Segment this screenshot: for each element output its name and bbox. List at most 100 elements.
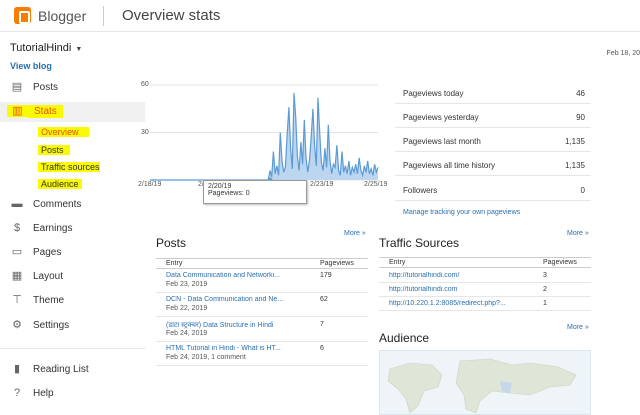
caret-down-icon: ▼ (75, 46, 83, 53)
stat-label: Pageviews all time history (403, 161, 496, 170)
stat-value: 46 (576, 89, 585, 98)
stat-row: Followers 0 (395, 177, 591, 201)
traffic-url-link[interactable]: http://tutorialhindi.com/ (389, 272, 519, 279)
traffic-table: Entry Pageviews http://tutorialhindi.com… (379, 257, 591, 313)
posts-heading: Posts (156, 236, 187, 250)
table-row[interactable]: Data Communication and Networki... Feb 23… (156, 270, 368, 293)
theme-icon: ⊤ (12, 294, 22, 306)
brand-name[interactable]: Blogger (38, 8, 86, 24)
audience-more-link[interactable]: More » (567, 324, 589, 331)
sidebar-item-label: Comments (33, 199, 82, 210)
table-row[interactable]: DCN - Data Communication and Ne... Feb 22… (156, 294, 368, 317)
sidebar-item-pages[interactable]: ▭ Pages (0, 243, 145, 263)
post-title-link[interactable]: HTML Tutorial in Hindi - What is HT... (166, 345, 298, 352)
col-entry: Entry (389, 259, 406, 266)
pageviews-chart[interactable]: 60 30 2/18/19 2/ 2/23/19 2/25/19 (138, 75, 388, 195)
sidebar-item-reading-list[interactable]: ▮ Reading List (0, 360, 145, 380)
post-date: Feb 24, 2019, 1 comment (166, 354, 246, 361)
stat-label: Pageviews yesterday (403, 113, 479, 122)
stat-label: Pageviews last month (403, 137, 481, 146)
stats-sub-posts[interactable]: Posts (38, 145, 70, 155)
layout-icon: ▦ (11, 270, 23, 282)
sidebar-item-theme[interactable]: ⊤ Theme (0, 291, 145, 311)
stat-label: Followers (403, 186, 438, 195)
stats-sub-traffic-sources[interactable]: Traffic sources (38, 162, 100, 172)
sidebar-item-label: Layout (33, 271, 64, 282)
blog-selector[interactable]: TutorialHindi ▼ (10, 42, 82, 54)
blog-name: TutorialHindi (10, 42, 72, 54)
traffic-pageviews: 3 (543, 272, 547, 279)
table-header: Entry Pageviews (156, 258, 368, 269)
divider (103, 6, 104, 26)
y-tick-label: 30 (141, 129, 149, 136)
traffic-pageviews: 1 (543, 300, 547, 307)
posts-table: Entry Pageviews Data Communication and N… (156, 258, 368, 370)
table-row[interactable]: http://tutorialhindi.com 2 (379, 284, 591, 297)
col-entry: Entry (166, 260, 183, 267)
stat-row: Pageviews yesterday 90 (395, 104, 591, 128)
post-pageviews: 7 (320, 321, 324, 328)
audience-map[interactable] (379, 350, 591, 415)
bookmark-icon: ▮ (13, 363, 21, 375)
post-title-link[interactable]: DCN - Data Communication and Ne... (166, 296, 298, 303)
sidebar-item-help[interactable]: ? Help (0, 384, 145, 404)
post-title-link[interactable]: Data Communication and Networki... (166, 272, 298, 279)
table-row[interactable]: (डाटा स्ट्रक्चर) Data Structure in Hindi… (156, 319, 368, 342)
traffic-pageviews: 2 (543, 286, 547, 293)
world-map-graphic (387, 358, 577, 414)
sidebar-item-label: Earnings (33, 223, 73, 234)
settings-icon: ⚙ (12, 319, 22, 331)
table-row[interactable]: http://10.220.1.2:8085/redirect.php?... 1 (379, 298, 591, 311)
x-tick-label: 2/23/19 (310, 181, 334, 188)
stats-sub-overview[interactable]: Overview (38, 127, 89, 137)
posts-more-link[interactable]: More » (344, 230, 366, 237)
series-line (150, 92, 379, 181)
sidebar-item-label: Posts (33, 82, 59, 93)
sidebar-divider (0, 348, 145, 349)
stats-sub-audience[interactable]: Audience (38, 179, 82, 189)
sidebar-item-comments[interactable]: ▬ Comments (0, 195, 145, 215)
sidebar-item-label: Help (33, 388, 54, 399)
tooltip-value: Pageviews: 0 (208, 190, 250, 197)
sidebar-item-settings[interactable]: ⚙ Settings (0, 316, 145, 336)
post-title-link[interactable]: (डाटा स्ट्रक्चर) Data Structure in Hindi (166, 321, 298, 330)
traffic-url-link[interactable]: http://10.220.1.2:8085/redirect.php?... (389, 300, 519, 307)
col-pageviews: Pageviews (543, 259, 577, 266)
post-pageviews: 6 (320, 345, 324, 352)
sidebar-item-stats[interactable]: ▥ Stats (0, 102, 145, 122)
x-tick-label: 2/18/19 (138, 181, 162, 188)
post-pageviews: 179 (320, 272, 332, 279)
table-row[interactable]: HTML Tutorial in Hindi - What is HT... Fe… (156, 343, 368, 366)
traffic-url-link[interactable]: http://tutorialhindi.com (389, 286, 519, 293)
current-date: Feb 18, 20 (606, 50, 640, 57)
sidebar-item-label: Pages (33, 247, 62, 258)
stats-icon: ▥ (7, 105, 28, 117)
stat-row: Pageviews all time history 1,135 (395, 152, 591, 176)
blogger-logo-icon[interactable] (14, 7, 31, 24)
chart-tooltip: 2/20/19 Pageviews: 0 (203, 180, 307, 204)
sidebar-item-layout[interactable]: ▦ Layout (0, 267, 145, 287)
sidebar-item-earnings[interactable]: $ Earnings (0, 219, 145, 239)
col-pageviews: Pageviews (320, 260, 354, 267)
sidebar-item-label: Theme (33, 295, 65, 306)
chart-svg (150, 84, 379, 183)
help-icon: ? (13, 387, 21, 399)
table-row[interactable]: http://tutorialhindi.com/3 (379, 270, 591, 283)
manage-tracking-link[interactable]: Manage tracking your own pageviews (403, 209, 520, 216)
traffic-heading: Traffic Sources (379, 236, 460, 250)
y-tick-label: 60 (141, 81, 149, 88)
x-tick-label: 2/25/19 (364, 181, 388, 188)
sidebar-item-label: Reading List (33, 364, 89, 375)
stat-row: Pageviews last month 1,135 (395, 128, 591, 152)
view-blog-link[interactable]: View blog (10, 61, 52, 71)
pages-icon: ▭ (11, 246, 23, 258)
sidebar-item-posts[interactable]: ▤ Posts (0, 78, 145, 98)
posts-icon: ▤ (11, 81, 23, 93)
sidebar-item-label: Settings (33, 320, 70, 331)
traffic-more-link[interactable]: More » (567, 230, 589, 237)
stat-row: Pageviews today 46 (395, 80, 591, 104)
post-date: Feb 23, 2019 (166, 281, 208, 288)
page-title: Overview stats (122, 7, 221, 24)
post-pageviews: 62 (320, 296, 328, 303)
stat-value: 0 (580, 186, 585, 195)
